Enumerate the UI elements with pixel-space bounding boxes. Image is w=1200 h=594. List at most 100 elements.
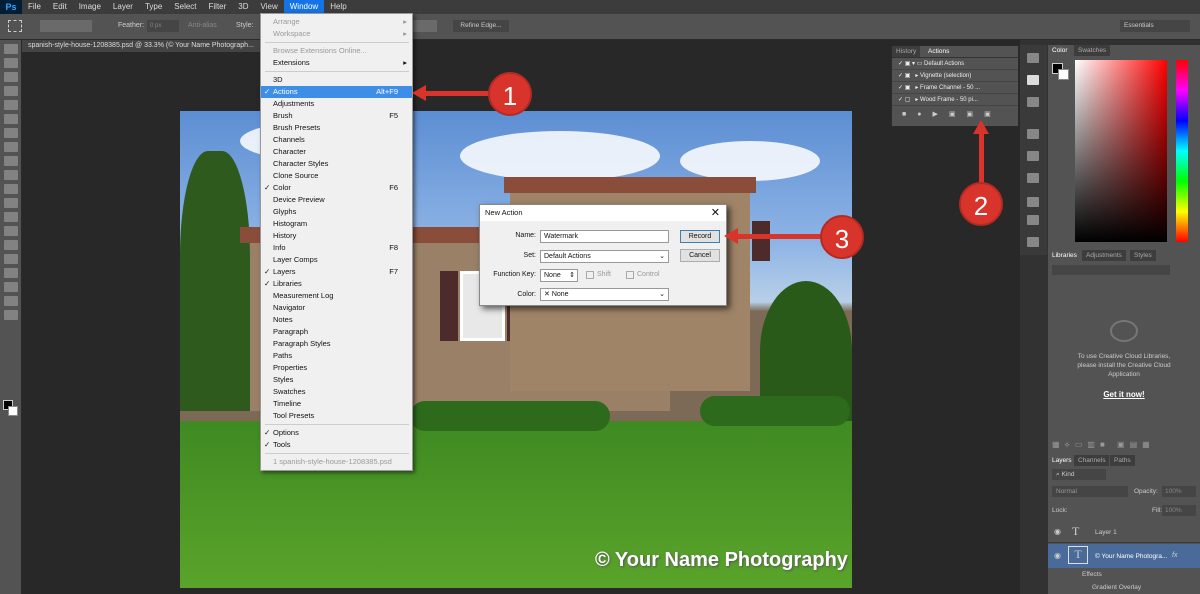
tab-color[interactable]: Color bbox=[1048, 45, 1072, 56]
path-select-tool-icon[interactable] bbox=[4, 268, 18, 278]
menu-item-browse-extensions-online[interactable]: Browse Extensions Online... bbox=[261, 45, 412, 57]
tab-history[interactable]: History bbox=[892, 46, 921, 57]
menu-view[interactable]: View bbox=[255, 0, 284, 14]
color-field[interactable] bbox=[1075, 60, 1167, 242]
clone-source-icon[interactable] bbox=[1027, 151, 1039, 161]
fill-input[interactable]: 100% bbox=[1162, 505, 1196, 516]
menu-item-histogram[interactable]: Histogram bbox=[261, 218, 412, 230]
hue-slider[interactable] bbox=[1176, 60, 1188, 242]
properties-icon[interactable] bbox=[1027, 97, 1039, 107]
3d-icon[interactable] bbox=[1027, 237, 1039, 247]
menu-3d[interactable]: 3D bbox=[232, 0, 254, 14]
visibility-eye-icon[interactable]: ◉ bbox=[1054, 527, 1061, 536]
history-brush-tool-icon[interactable] bbox=[4, 170, 18, 180]
opacity-input[interactable]: 100% bbox=[1162, 486, 1196, 497]
menu-file[interactable]: File bbox=[22, 0, 47, 14]
menu-item-character-styles[interactable]: Character Styles bbox=[261, 158, 412, 170]
menu-item-paths[interactable]: Paths bbox=[261, 350, 412, 362]
history-icon[interactable] bbox=[1027, 53, 1039, 63]
layer-filter-kind[interactable]: ⌕ Kind bbox=[1052, 469, 1106, 480]
menu-item-timeline[interactable]: Timeline bbox=[261, 398, 412, 410]
action-set-row[interactable]: ✓ ▣ ▾ ▭ Default Actions bbox=[892, 58, 1018, 70]
libraries-footer-icons[interactable]: ▦⟡▭▥■ ▣▤▦ bbox=[1052, 440, 1196, 450]
menu-item-actions[interactable]: Actions ✓ Alt+F9 bbox=[261, 86, 412, 98]
menu-item-tools[interactable]: Tools ✓ bbox=[261, 439, 412, 451]
menu-item-channels[interactable]: Channels bbox=[261, 134, 412, 146]
menu-item-brush[interactable]: Brush F5 bbox=[261, 110, 412, 122]
menu-item-1-spanish-style-house-1208385-psd[interactable]: 1 spanish-style-house-1208385.psd bbox=[261, 456, 412, 468]
hand-tool-icon[interactable] bbox=[4, 296, 18, 306]
menu-item-arrange[interactable]: Arrange ▸ bbox=[261, 16, 412, 28]
library-select[interactable] bbox=[1052, 265, 1170, 275]
brush-icon[interactable] bbox=[1027, 129, 1039, 139]
shift-checkbox[interactable] bbox=[586, 271, 594, 279]
layer-row[interactable]: ◉ T Layer 1 bbox=[1048, 521, 1200, 543]
background-color-swatch[interactable] bbox=[1058, 69, 1069, 80]
menu-item-options[interactable]: Options ✓ bbox=[261, 427, 412, 439]
menu-item-libraries[interactable]: Libraries ✓ bbox=[261, 278, 412, 290]
menu-item-layer-comps[interactable]: Layer Comps bbox=[261, 254, 412, 266]
brush-tool-icon[interactable] bbox=[4, 142, 18, 152]
action-row[interactable]: ✓ ▣ ▸ Frame Channel - 50 ... bbox=[892, 82, 1018, 94]
menu-item-brush-presets[interactable]: Brush Presets bbox=[261, 122, 412, 134]
blend-mode-select[interactable]: Normal bbox=[1052, 486, 1128, 497]
close-icon[interactable]: ✕ bbox=[711, 206, 720, 219]
action-row[interactable]: ✓ ▢ ▸ Wood Frame - 50 pi... bbox=[892, 94, 1018, 106]
tab-libraries[interactable]: Libraries bbox=[1048, 250, 1081, 261]
action-row[interactable]: ✓ ▣ ▸ Vignette (selection) bbox=[892, 70, 1018, 82]
menu-item-glyphs[interactable]: Glyphs bbox=[261, 206, 412, 218]
clone-stamp-tool-icon[interactable] bbox=[4, 156, 18, 166]
menu-item-color[interactable]: Color ✓ F6 bbox=[261, 182, 412, 194]
tab-channels[interactable]: Channels bbox=[1074, 455, 1110, 466]
healing-tool-icon[interactable] bbox=[4, 128, 18, 138]
menu-item-paragraph-styles[interactable]: Paragraph Styles bbox=[261, 338, 412, 350]
name-field[interactable]: Watermark bbox=[540, 230, 669, 243]
menu-type[interactable]: Type bbox=[139, 0, 168, 14]
move-tool-icon[interactable] bbox=[4, 44, 18, 54]
menu-item-clone-source[interactable]: Clone Source bbox=[261, 170, 412, 182]
menu-item-styles[interactable]: Styles bbox=[261, 374, 412, 386]
color-select[interactable]: ✕ None ⌄ bbox=[540, 288, 669, 301]
menu-item-3d[interactable]: 3D bbox=[261, 74, 412, 86]
zoom-tool-icon[interactable] bbox=[4, 310, 18, 320]
tab-styles[interactable]: Styles bbox=[1130, 250, 1156, 261]
fx-icon[interactable]: fx bbox=[1172, 552, 1177, 559]
eraser-tool-icon[interactable] bbox=[4, 184, 18, 194]
menu-item-device-preview[interactable]: Device Preview bbox=[261, 194, 412, 206]
antialias-checkbox[interactable]: Anti-alias bbox=[188, 22, 217, 29]
menu-item-history[interactable]: History bbox=[261, 230, 412, 242]
refine-edge-button[interactable]: Refine Edge... bbox=[453, 20, 509, 32]
menu-item-adjustments[interactable]: Adjustments bbox=[261, 98, 412, 110]
marquee-tool-icon[interactable] bbox=[8, 20, 22, 32]
quick-select-tool-icon[interactable] bbox=[4, 86, 18, 96]
marquee-tool-icon[interactable] bbox=[4, 58, 18, 68]
tab-layers[interactable]: Layers bbox=[1048, 455, 1076, 466]
gradient-tool-icon[interactable] bbox=[4, 198, 18, 208]
menu-layer[interactable]: Layer bbox=[107, 0, 139, 14]
menu-filter[interactable]: Filter bbox=[203, 0, 233, 14]
control-checkbox[interactable] bbox=[626, 271, 634, 279]
shape-tool-icon[interactable] bbox=[4, 282, 18, 292]
tab-swatches[interactable]: Swatches bbox=[1074, 45, 1111, 56]
adjust-icon[interactable] bbox=[1027, 173, 1039, 183]
actions-play-icon[interactable] bbox=[1027, 75, 1039, 85]
tab-paths[interactable]: Paths bbox=[1110, 455, 1135, 466]
menu-select[interactable]: Select bbox=[168, 0, 202, 14]
menu-item-properties[interactable]: Properties bbox=[261, 362, 412, 374]
menu-item-swatches[interactable]: Swatches bbox=[261, 386, 412, 398]
background-color-icon[interactable] bbox=[8, 406, 18, 416]
menu-item-paragraph[interactable]: Paragraph bbox=[261, 326, 412, 338]
menu-help[interactable]: Help bbox=[324, 0, 352, 14]
pen-tool-icon[interactable] bbox=[4, 240, 18, 250]
workspace-switcher[interactable]: Essentials bbox=[1120, 20, 1190, 32]
function-key-select[interactable]: None ⇕ bbox=[540, 269, 578, 282]
menu-item-workspace[interactable]: Workspace ▸ bbox=[261, 28, 412, 40]
document-tab[interactable]: spanish-style-house-1208385.psd @ 33.3% … bbox=[22, 40, 277, 52]
menu-item-info[interactable]: Info F8 bbox=[261, 242, 412, 254]
menu-item-tool-presets[interactable]: Tool Presets bbox=[261, 410, 412, 422]
menu-item-measurement-log[interactable]: Measurement Log bbox=[261, 290, 412, 302]
menu-item-notes[interactable]: Notes bbox=[261, 314, 412, 326]
feather-input[interactable]: 0 px bbox=[147, 20, 179, 32]
record-button[interactable]: Record bbox=[680, 230, 720, 243]
eyedropper-tool-icon[interactable] bbox=[4, 114, 18, 124]
